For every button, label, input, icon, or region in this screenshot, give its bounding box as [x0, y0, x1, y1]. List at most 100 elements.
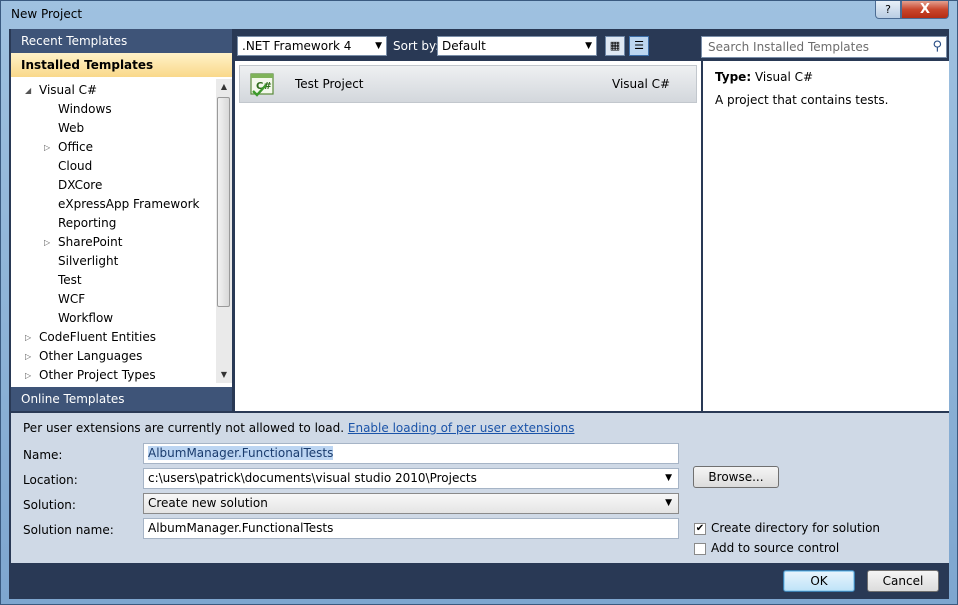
add-source-control-label[interactable]: Add to source control — [711, 541, 839, 555]
title-bar: New Project ? X — [1, 1, 957, 27]
tree-item[interactable]: ▷ Office — [44, 138, 94, 157]
type-line: Type: Visual C# — [715, 70, 813, 84]
solution-select[interactable]: Create new solution ▼ — [143, 493, 679, 514]
template-description: A project that contains tests. — [715, 93, 889, 107]
search-icon[interactable]: ⚲ — [932, 37, 942, 57]
tree-item[interactable]: Silverlight — [58, 252, 118, 271]
template-item-test-project[interactable]: C# Test Project Visual C# — [239, 65, 697, 103]
tree-item-label: Test — [58, 273, 82, 287]
ok-button[interactable]: OK — [783, 570, 855, 592]
help-icon: ? — [885, 3, 891, 16]
sort-select[interactable]: Default ▼ — [437, 36, 597, 56]
chevron-down-icon: ▼ — [375, 41, 382, 51]
tree-item-label: Windows — [58, 102, 112, 116]
dialog-footer: OK Cancel — [11, 563, 949, 599]
tree-item[interactable]: Windows — [58, 100, 112, 119]
tree-item-label: Other Project Types — [39, 368, 156, 382]
help-button[interactable]: ? — [875, 1, 901, 19]
small-icons-view-icon: ▦ — [609, 39, 621, 52]
enable-extensions-link[interactable]: Enable loading of per user extensions — [348, 421, 575, 435]
tree-item[interactable]: DXCore — [58, 176, 102, 195]
tree-item[interactable]: ▷ CodeFluent Entities — [25, 328, 156, 347]
list-view-icon: ☰ — [634, 39, 644, 52]
tree-item-label: WCF — [58, 292, 86, 306]
browse-button[interactable]: Browse... — [693, 466, 779, 488]
tree-item-label: CodeFluent Entities — [39, 330, 156, 344]
template-list: C# Test Project Visual C# — [235, 61, 701, 411]
scroll-up-icon[interactable]: ▲ — [216, 79, 232, 95]
chevron-down-icon[interactable]: ▼ — [665, 469, 672, 488]
framework-select-value: .NET Framework 4 — [242, 39, 352, 53]
create-directory-checkbox[interactable]: ✔ — [694, 523, 706, 535]
tree-item[interactable]: ▷ Other Project Types — [25, 366, 156, 383]
tree-item[interactable]: WCF — [58, 290, 85, 309]
tree-item-label: Cloud — [58, 159, 93, 173]
template-name: Test Project — [295, 77, 364, 91]
solution-value: Create new solution — [148, 496, 268, 510]
expand-arrow-icon[interactable]: ▷ — [25, 347, 31, 366]
template-language: Visual C# — [612, 77, 671, 91]
framework-select[interactable]: .NET Framework 4 ▼ — [237, 36, 387, 56]
tree-item-label: Silverlight — [58, 254, 119, 268]
tree-item-label: eXpressApp Framework — [58, 197, 200, 211]
recent-templates-header[interactable]: Recent Templates — [11, 29, 232, 53]
expand-arrow-icon[interactable]: ▷ — [44, 233, 50, 252]
tree-item-label: Other Languages — [39, 349, 143, 363]
list-view-button[interactable]: ☰ — [629, 36, 649, 56]
dialog-client: Recent Templates Installed Templates ◢ Vi… — [9, 29, 949, 599]
solution-name-value: AlbumManager.FunctionalTests — [148, 521, 334, 535]
checkmark-icon: ✔ — [695, 523, 705, 534]
tree-item-label: DXCore — [58, 178, 103, 192]
name-field[interactable]: AlbumManager.FunctionalTests — [143, 443, 679, 464]
scrollbar-thumb[interactable] — [217, 97, 230, 307]
type-value: Visual C# — [754, 70, 814, 84]
tree-scrollbar[interactable]: ▲ ▼ — [216, 79, 232, 383]
tree-item[interactable]: Reporting — [58, 214, 116, 233]
add-source-control-checkbox[interactable] — [694, 543, 706, 555]
location-label: Location: — [23, 473, 78, 487]
solution-name-field[interactable]: AlbumManager.FunctionalTests — [143, 518, 679, 539]
tree-item-label: Workflow — [58, 311, 114, 325]
location-field[interactable]: c:\users\patrick\documents\visual studio… — [143, 468, 679, 489]
tree-item-label: Office — [58, 140, 94, 154]
window-title: New Project — [11, 7, 83, 21]
tree-item[interactable]: Web — [58, 119, 84, 138]
tree-item-label: SharePoint — [58, 235, 123, 249]
collapse-arrow-icon[interactable]: ◢ — [25, 81, 31, 100]
name-value: AlbumManager.FunctionalTests — [148, 446, 334, 460]
sort-select-value: Default — [442, 39, 486, 53]
tree-item[interactable]: ▷ Other Languages — [25, 347, 143, 366]
tree-item[interactable]: eXpressApp Framework — [58, 195, 199, 214]
close-icon: X — [919, 2, 931, 17]
tree-item[interactable]: ▷ SharePoint — [44, 233, 123, 252]
expand-arrow-icon[interactable]: ▷ — [25, 328, 31, 347]
csharp-test-project-icon: C# — [250, 73, 274, 97]
search-installed-templates-input[interactable]: Search Installed Templates ⚲ — [701, 36, 947, 58]
solution-label: Solution: — [23, 498, 76, 512]
tree-item[interactable]: Test — [58, 271, 82, 290]
scroll-down-icon[interactable]: ▼ — [216, 367, 232, 383]
tree-item[interactable]: Cloud — [58, 157, 92, 176]
tree-item[interactable]: Workflow — [58, 309, 113, 328]
tree-item-label: Visual C# — [39, 83, 98, 97]
search-placeholder: Search Installed Templates — [708, 40, 869, 54]
expand-arrow-icon[interactable]: ▷ — [25, 366, 31, 383]
tree-item-label: Web — [58, 121, 85, 135]
online-templates-header[interactable]: Online Templates — [11, 387, 232, 411]
close-button[interactable]: X — [901, 1, 949, 19]
create-directory-label[interactable]: Create directory for solution — [711, 521, 880, 535]
template-tree: ◢ Visual C# Windows Web ▷ Office Cloud DXCore eX… — [11, 79, 216, 383]
solution-name-label: Solution name: — [23, 523, 114, 537]
type-label: Type: — [715, 70, 752, 84]
chevron-down-icon: ▼ — [665, 498, 672, 508]
template-category-panel: Recent Templates Installed Templates ◢ Vi… — [11, 29, 232, 411]
new-project-dialog: New Project ? X Recent Templates Install… — [0, 0, 958, 605]
name-label: Name: — [23, 448, 63, 462]
project-settings-panel: Per user extensions are currently not al… — [11, 413, 949, 563]
small-icons-view-button[interactable]: ▦ — [605, 36, 625, 56]
location-value: c:\users\patrick\documents\visual studio… — [148, 471, 477, 485]
tree-item[interactable]: ◢ Visual C# — [25, 81, 98, 100]
cancel-button[interactable]: Cancel — [867, 570, 939, 592]
expand-arrow-icon[interactable]: ▷ — [44, 138, 50, 157]
installed-templates-header[interactable]: Installed Templates — [11, 53, 232, 77]
